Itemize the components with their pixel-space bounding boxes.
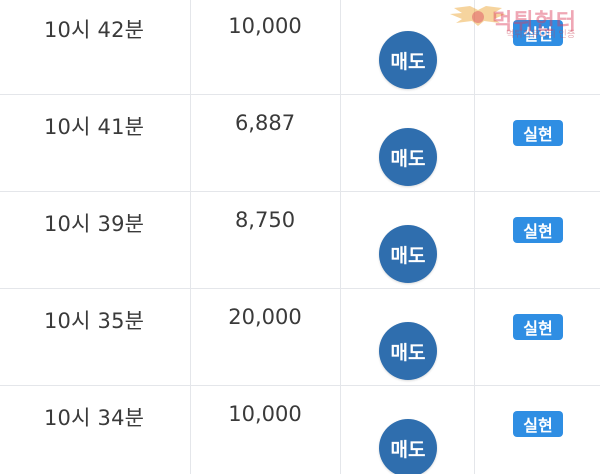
sell-button[interactable]: 매도 [379, 322, 437, 380]
table-row: 10시 35분 20,000 매도 실현 [0, 289, 600, 386]
status-cell: 실현 [475, 386, 600, 474]
trade-amount: 10,000 [228, 14, 302, 38]
table-row: 10시 41분 6,887 매도 실현 [0, 95, 600, 192]
trade-time: 10시 42분 [44, 18, 145, 42]
sell-button[interactable]: 매도 [379, 419, 437, 474]
amount-cell: 8,750 [190, 192, 341, 288]
sell-button[interactable]: 매도 [379, 225, 437, 283]
trade-amount: 8,750 [234, 208, 296, 232]
realized-badge: 실현 [513, 120, 563, 146]
side-cell: 매도 [341, 0, 475, 94]
side-cell: 매도 [341, 192, 475, 288]
sell-button[interactable]: 매도 [379, 128, 437, 186]
realized-badge: 실현 [513, 314, 563, 340]
table-row: 10시 34분 10,000 매도 실현 [0, 386, 600, 474]
trade-time: 10시 41분 [44, 115, 145, 139]
time-cell: 10시 42분 [0, 0, 191, 94]
time-cell: 10시 34분 [0, 386, 191, 474]
amount-cell: 10,000 [190, 0, 341, 94]
amount-cell: 20,000 [190, 289, 341, 385]
status-cell: 실현 [475, 289, 600, 385]
side-cell: 매도 [341, 386, 475, 474]
side-cell: 매도 [341, 95, 475, 191]
trade-time: 10시 39분 [44, 212, 145, 236]
time-cell: 10시 35분 [0, 289, 191, 385]
realized-badge: 실현 [513, 20, 563, 46]
amount-cell: 6,887 [190, 95, 341, 191]
side-cell: 매도 [341, 289, 475, 385]
amount-cell: 10,000 [190, 386, 341, 474]
realized-badge: 실현 [513, 411, 563, 437]
trade-amount: 6,887 [234, 111, 296, 135]
time-cell: 10시 39분 [0, 192, 191, 288]
trade-time: 10시 35분 [44, 309, 145, 333]
table-row: 10시 39분 8,750 매도 실현 [0, 192, 600, 289]
time-cell: 10시 41분 [0, 95, 191, 191]
trade-history-table: 10시 42분 10,000 매도 실현 10시 41분 6,887 매도 실현… [0, 0, 600, 474]
status-cell: 실현 [475, 0, 600, 94]
trade-amount: 10,000 [228, 402, 302, 426]
table-row: 10시 42분 10,000 매도 실현 [0, 0, 600, 95]
status-cell: 실현 [475, 192, 600, 288]
realized-badge: 실현 [513, 217, 563, 243]
trade-amount: 20,000 [228, 305, 302, 329]
status-cell: 실현 [475, 95, 600, 191]
sell-button[interactable]: 매도 [379, 31, 437, 89]
trade-time: 10시 34분 [44, 406, 145, 430]
